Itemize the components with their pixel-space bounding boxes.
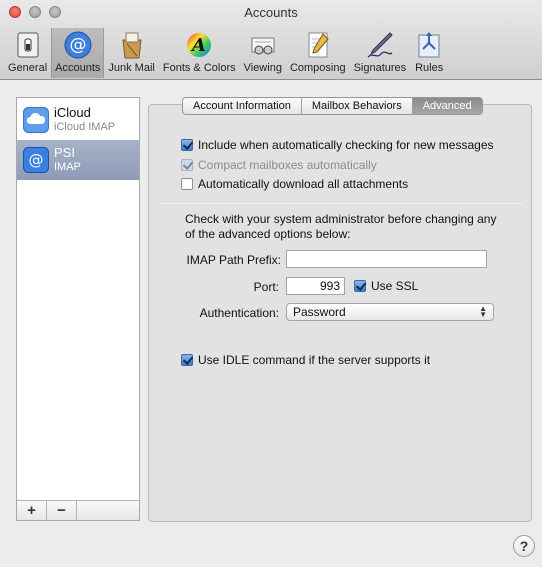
admin-warning-note: Check with your system administrator bef… — [185, 212, 497, 241]
window-title: Accounts — [244, 5, 298, 20]
composing-icon — [303, 30, 333, 60]
svg-text:@: @ — [69, 35, 86, 55]
help-button[interactable]: ? — [513, 535, 535, 557]
download-attachments-option[interactable]: Automatically download all attachments — [181, 177, 408, 191]
tab-mailbox-behaviors[interactable]: Mailbox Behaviors — [302, 98, 413, 114]
title-bar: Accounts General @ Accounts Junk Mail A … — [0, 0, 542, 80]
accounts-list-toolbar: + − — [17, 500, 139, 520]
at-sign-icon: @ — [23, 147, 49, 173]
use-idle-checkbox[interactable] — [181, 354, 193, 366]
toolbar-signatures[interactable]: Signatures — [350, 28, 411, 78]
port-label: Port: — [253, 280, 279, 294]
at-sign-icon: @ — [63, 30, 93, 60]
include-auto-check-checkbox[interactable] — [181, 139, 193, 151]
account-item-psi[interactable]: @ PSI IMAP — [17, 140, 139, 180]
account-item-icloud[interactable]: iCloud iCloud IMAP — [17, 100, 139, 140]
imap-prefix-label: IMAP Path Prefix: — [186, 253, 281, 267]
account-type: IMAP — [54, 161, 81, 173]
toolbar-viewing[interactable]: Viewing — [240, 28, 286, 78]
include-auto-check-label: Include when automatically checking for … — [198, 138, 494, 152]
toolbar-accounts[interactable]: @ Accounts — [51, 28, 105, 78]
toolbar-fonts-colors[interactable]: A Fonts & Colors — [159, 28, 240, 78]
add-account-button[interactable]: + — [17, 501, 47, 520]
remove-account-button[interactable]: − — [47, 501, 77, 520]
use-idle-option[interactable]: Use IDLE command if the server supports … — [181, 353, 430, 367]
toolbar-general[interactable]: General — [4, 28, 51, 78]
toolbar-label: Fonts & Colors — [162, 62, 236, 74]
accounts-preferences-window: Accounts General @ Accounts Junk Mail A … — [0, 0, 542, 567]
toolbar-label: Rules — [415, 62, 444, 74]
download-attachments-checkbox[interactable] — [181, 178, 193, 190]
tab-advanced[interactable]: Advanced — [412, 98, 482, 114]
toolbar-label: Junk Mail — [108, 62, 155, 74]
use-ssl-option[interactable]: Use SSL — [354, 279, 418, 293]
account-type: iCloud IMAP — [54, 121, 116, 133]
imap-prefix-field[interactable] — [286, 250, 487, 268]
compact-mailboxes-option: Compact mailboxes automatically — [181, 158, 377, 172]
toolbar-label: Composing — [289, 62, 346, 74]
accounts-list: iCloud iCloud IMAP @ PSI IMAP + − — [16, 97, 140, 521]
toolbar-rules[interactable]: Rules — [410, 28, 448, 78]
toolbar-junk-mail[interactable]: Junk Mail — [104, 28, 158, 78]
toolbar-label: Accounts — [55, 62, 101, 74]
section-divider — [160, 203, 522, 204]
account-name: PSI — [54, 145, 75, 160]
account-name: iCloud — [54, 105, 91, 120]
compact-mailboxes-checkbox — [181, 159, 193, 171]
toolbar-label: Signatures — [353, 62, 407, 74]
download-attachments-label: Automatically download all attachments — [198, 177, 409, 191]
signature-pen-icon — [365, 30, 395, 60]
preferences-toolbar: General @ Accounts Junk Mail A Fonts & C… — [4, 28, 448, 78]
use-idle-label: Use IDLE command if the server supports … — [198, 353, 431, 367]
icloud-icon — [23, 107, 49, 133]
authentication-value: Password — [293, 305, 346, 319]
tab-account-information[interactable]: Account Information — [183, 98, 302, 114]
switch-icon — [13, 30, 43, 60]
port-field[interactable]: 993 — [286, 277, 345, 295]
chevron-updown-icon: ▲ ▼ — [479, 304, 487, 319]
svg-text:A: A — [190, 35, 206, 56]
junk-mail-icon — [117, 30, 147, 60]
toolbar-composing[interactable]: Composing — [286, 28, 350, 78]
use-ssl-label: Use SSL — [371, 279, 419, 293]
use-ssl-checkbox[interactable] — [354, 280, 366, 292]
viewing-icon — [248, 30, 278, 60]
rules-icon — [414, 30, 444, 60]
compact-mailboxes-label: Compact mailboxes automatically — [198, 158, 377, 172]
include-auto-check-option[interactable]: Include when automatically checking for … — [181, 138, 494, 152]
toolbar-label: Viewing — [243, 62, 282, 74]
account-tabs: Account Information Mailbox Behaviors Ad… — [182, 97, 483, 115]
authentication-select[interactable]: Password ▲ ▼ — [286, 303, 494, 321]
fonts-colors-icon: A — [184, 30, 214, 60]
authentication-label: Authentication: — [199, 306, 279, 320]
toolbar-label: General — [8, 62, 48, 74]
svg-text:@: @ — [29, 151, 44, 169]
